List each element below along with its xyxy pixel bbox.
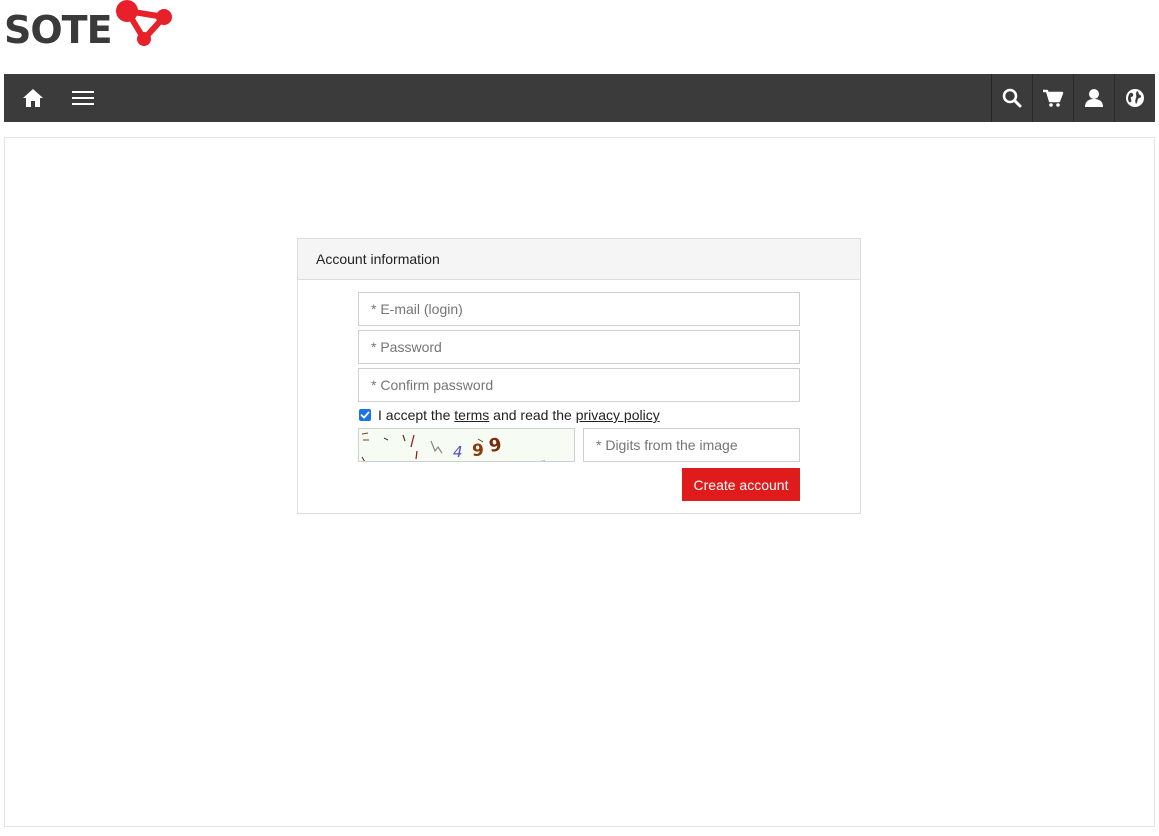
search-icon: [1002, 88, 1022, 108]
svg-text:9: 9: [487, 434, 503, 457]
captcha-image: 4 9 9: [358, 428, 575, 462]
user-icon: [1084, 88, 1104, 108]
terms-link[interactable]: terms: [454, 407, 489, 423]
svg-text:9: 9: [472, 441, 484, 461]
logo-text: SOTE: [4, 8, 113, 52]
panel-header: Account information: [298, 239, 860, 280]
navbar-right: [991, 74, 1155, 122]
terms-checkbox[interactable]: [359, 409, 371, 421]
logo-mark-icon: [114, 0, 176, 56]
account-information-panel: Account information I accept the terms a…: [297, 238, 861, 514]
cart-button[interactable]: [1032, 74, 1073, 122]
language-button[interactable]: [1114, 74, 1155, 122]
logo[interactable]: SOTE: [4, 0, 176, 56]
confirm-password-field[interactable]: [358, 368, 800, 402]
terms-middle: and read the: [493, 407, 572, 423]
terms-row: I accept the terms and read the privacy …: [359, 407, 660, 423]
cart-icon: [1042, 88, 1064, 108]
search-button[interactable]: [991, 74, 1032, 122]
navbar-left: [4, 74, 94, 122]
privacy-policy-link[interactable]: privacy policy: [576, 407, 660, 423]
checkmark-icon: [360, 411, 370, 419]
home-icon[interactable]: [22, 88, 44, 108]
globe-icon: [1125, 88, 1145, 108]
account-button[interactable]: [1073, 74, 1114, 122]
password-field[interactable]: [358, 330, 800, 364]
terms-prefix: I accept the: [378, 407, 451, 423]
email-field[interactable]: [358, 292, 800, 326]
create-account-button[interactable]: Create account: [682, 468, 800, 501]
svg-text:4: 4: [453, 443, 463, 461]
top-navbar: [4, 74, 1155, 122]
menu-icon[interactable]: [72, 90, 94, 106]
captcha-digits-field[interactable]: [583, 428, 800, 462]
